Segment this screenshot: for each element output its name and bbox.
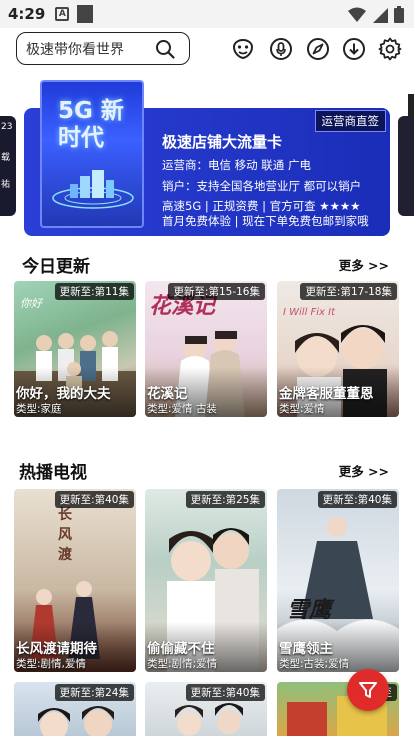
video-card[interactable]: 更新至:第25集 偷偷藏不住 类型:剧情;爱情 — [145, 489, 267, 672]
notification-square-icon — [77, 5, 94, 23]
status-time: 4:29 — [8, 5, 46, 23]
episode-badge: 更新至:第11集 — [54, 283, 134, 300]
svg-text:长: 长 — [58, 506, 73, 523]
banner-5g-poster: 5G 新时代 — [40, 80, 144, 228]
video-card[interactable]: 你好 更新至:第11集 你好，我的大夫 类型:家庭 — [14, 281, 136, 417]
svg-text:风: 风 — [58, 527, 72, 543]
city-illustration — [52, 170, 134, 209]
banner-next-card[interactable] — [398, 116, 414, 216]
wifi-icon — [348, 7, 366, 22]
section-title: 今日更新 — [22, 257, 90, 277]
status-bar: 4:29 A — [0, 0, 414, 28]
video-type: 类型:爱情 古装 — [147, 403, 217, 415]
battery-icon — [394, 6, 404, 23]
svg-text:I Will Fix It: I Will Fix It — [283, 307, 336, 318]
video-title: 偷偷藏不住 — [147, 641, 215, 657]
video-type: 类型:爱情 — [279, 403, 325, 415]
section-hot-header: 热播电视 更多 >> — [0, 456, 414, 484]
episode-badge: 更新至:第40集 — [185, 684, 265, 701]
video-type: 类型:剧情,爱情 — [16, 658, 86, 670]
notification-a-icon: A — [55, 7, 70, 21]
top-bar: 极速带你看世界 — [0, 28, 414, 72]
poster-5g-text: 5G 新时代 — [58, 98, 124, 151]
filter-icon — [359, 682, 377, 698]
gear-icon[interactable] — [378, 37, 402, 61]
banner-line-operators: 运营商：电信 移动 联通 广电 — [162, 158, 311, 172]
svg-text:雪鹰: 雪鹰 — [287, 597, 335, 623]
more-link[interactable]: 更多 >> — [339, 255, 389, 274]
video-title: 花溪记 — [147, 386, 188, 402]
search-icon[interactable] — [155, 39, 175, 59]
download-icon[interactable] — [342, 37, 366, 61]
video-type: 类型:家庭 — [16, 403, 62, 415]
episode-badge: 更新至:第17-18集 — [300, 283, 397, 300]
video-card[interactable]: 雪鹰 更新至:第40集 雪鹰领主 类型:古装;爱情 — [277, 489, 399, 672]
banner-title: 极速店铺大流量卡 — [162, 133, 283, 151]
episode-badge: 更新至:第40集 — [317, 491, 397, 508]
status-icons — [348, 6, 404, 23]
video-title: 你好，我的大夫 — [16, 386, 111, 402]
mic-icon[interactable] — [269, 37, 293, 61]
signal-icon — [373, 7, 388, 23]
section-today-header: 今日更新 更多 >> — [0, 250, 414, 278]
banner-line-speed: 高速5G | 正规资费 | 官方可查 ★★★★ — [162, 199, 361, 213]
drama-mask-icon[interactable] — [231, 37, 255, 61]
video-card[interactable]: 更新至:第24集 — [14, 682, 136, 736]
svg-text:你好: 你好 — [20, 297, 44, 310]
banner-line-offer: 首月免费体验 | 现在下单免费包邮到家哦 — [162, 214, 369, 228]
episode-badge: 更新至:第15-16集 — [168, 283, 265, 300]
svg-text:渡: 渡 — [58, 546, 73, 563]
more-link[interactable]: 更多 >> — [339, 461, 389, 480]
video-card[interactable]: 更新至:第40集 — [145, 682, 267, 736]
banner-line-cancel: 销户：支持全国各地营业厅 都可以销户 — [162, 179, 362, 193]
search-box[interactable]: 极速带你看世界 — [16, 32, 190, 65]
banner-badge: 运营商直签 — [314, 110, 386, 132]
filter-button[interactable] — [347, 669, 389, 711]
episode-badge: 更新至:第24集 — [54, 684, 134, 701]
video-card[interactable]: 花溪记 更新至:第15-16集 花溪记 类型:爱情 古装 — [145, 281, 267, 417]
episode-badge: 更新至:第40集 — [54, 491, 134, 508]
video-type: 类型:古装;爱情 — [279, 658, 350, 670]
video-card[interactable]: 长 风 渡 更新至:第40集 长风渡请期待 类型:剧情,爱情 — [14, 489, 136, 672]
video-title: 雪鹰领主 — [279, 641, 333, 657]
video-card[interactable]: I Will Fix It 更新至:第17-18集 金牌客服董董恩 类型:爱情 — [277, 281, 399, 417]
episode-badge: 更新至:第25集 — [185, 491, 265, 508]
video-type: 类型:剧情;爱情 — [147, 658, 218, 670]
video-title: 长风渡请期待 — [16, 641, 97, 657]
banner-prev-card[interactable]: 23 载祐 — [0, 116, 16, 216]
section-title: 热播电视 — [19, 463, 87, 483]
video-title: 金牌客服董董恩 — [279, 386, 374, 402]
compass-icon[interactable] — [306, 37, 330, 61]
